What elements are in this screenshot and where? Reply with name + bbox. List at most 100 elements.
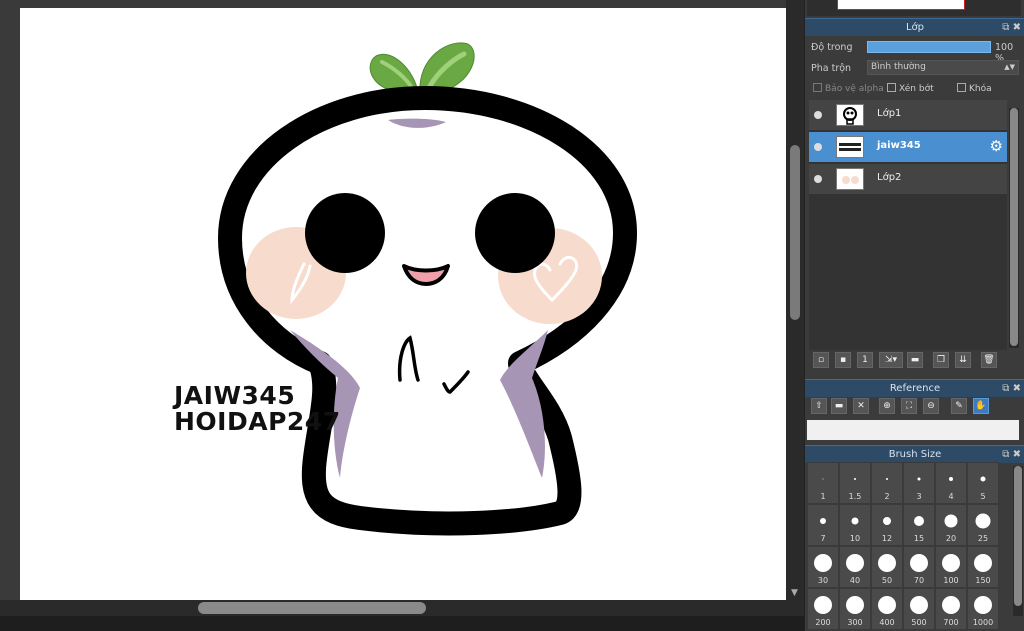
brush-size-label: 15 bbox=[913, 534, 925, 543]
close-icon[interactable]: ✖ bbox=[1013, 22, 1021, 33]
visibility-eye-icon[interactable] bbox=[814, 111, 822, 119]
gear-icon[interactable]: ⚙ bbox=[990, 137, 1003, 155]
brush-size-cell[interactable]: 300 bbox=[839, 588, 871, 630]
brush-size-cell[interactable]: 2 bbox=[871, 462, 903, 504]
close-reference-icon[interactable]: ✕ bbox=[853, 398, 869, 414]
brush-size-cell[interactable]: 1.5 bbox=[839, 462, 871, 504]
clipping-checkbox[interactable]: Xén bớt bbox=[887, 83, 934, 94]
new-halftone-layer-icon[interactable]: ▪ bbox=[835, 352, 851, 368]
new-layer-icon[interactable]: ▫ bbox=[813, 352, 829, 368]
brush-scroll-thumb[interactable] bbox=[1014, 466, 1022, 606]
popout-icon[interactable]: ⧉ bbox=[1002, 22, 1009, 33]
brush-size-cell[interactable]: 25 bbox=[967, 504, 999, 546]
drawing-paper[interactable]: JAIW345 HOIDAP247 bbox=[20, 8, 786, 600]
navigator-preview[interactable] bbox=[807, 0, 1021, 16]
character-illustration bbox=[218, 42, 637, 536]
brush-size-cell[interactable]: 20 bbox=[935, 504, 967, 546]
horizontal-scroll-thumb[interactable] bbox=[198, 602, 426, 614]
open-folder-icon[interactable]: ▬ bbox=[831, 398, 847, 414]
canvas-vertical-scrollbar[interactable]: ▼ bbox=[786, 0, 804, 600]
opacity-slider[interactable] bbox=[867, 41, 991, 53]
brush-dot-icon bbox=[846, 596, 864, 614]
reference-image-area[interactable] bbox=[807, 420, 1019, 440]
layers-panel-header: Lớp ⧉ ✖ bbox=[805, 18, 1024, 36]
layer-thumbnail bbox=[836, 136, 864, 158]
brush-size-cell[interactable]: 30 bbox=[807, 546, 839, 588]
lock-checkbox[interactable]: Khóa bbox=[957, 83, 992, 94]
brush-size-cell[interactable]: 5 bbox=[967, 462, 999, 504]
brush-size-scrollbar[interactable] bbox=[1013, 466, 1023, 616]
new-folder-icon[interactable]: ▬ bbox=[907, 352, 923, 368]
watermark-line-2: HOIDAP247 bbox=[174, 407, 341, 436]
brush-size-cell[interactable]: 3 bbox=[903, 462, 935, 504]
brush-size-cell[interactable]: 10 bbox=[839, 504, 871, 546]
dropdown-caret-icon: ▲▼ bbox=[1004, 63, 1015, 71]
right-eye bbox=[475, 193, 555, 273]
brush-size-cell[interactable]: 200 bbox=[807, 588, 839, 630]
layer-row-selected[interactable]: jaiw345 ⚙ bbox=[809, 132, 1007, 163]
brush-size-label: 1000 bbox=[972, 618, 994, 627]
duplicate-layer-icon[interactable]: ❐ bbox=[933, 352, 949, 368]
brush-size-cell[interactable]: 70 bbox=[903, 546, 935, 588]
panel-controls: ⧉ ✖ bbox=[1002, 380, 1021, 397]
brush-size-cell[interactable]: 4 bbox=[935, 462, 967, 504]
layer-row[interactable]: Lớp1 bbox=[809, 100, 1007, 131]
layer-name: Lớp2 bbox=[877, 172, 902, 183]
brush-size-cell[interactable]: 50 bbox=[871, 546, 903, 588]
layer-thumbnail bbox=[836, 168, 864, 190]
brush-size-cell[interactable]: 40 bbox=[839, 546, 871, 588]
layer-scroll-thumb[interactable] bbox=[1010, 108, 1018, 346]
brush-size-cell[interactable]: 700 bbox=[935, 588, 967, 630]
layer-row[interactable]: Lớp2 bbox=[809, 164, 1007, 195]
brush-size-cell[interactable]: 12 bbox=[871, 504, 903, 546]
upload-icon[interactable]: ⇧ bbox=[811, 398, 827, 414]
vertical-scroll-thumb[interactable] bbox=[790, 145, 800, 320]
new-1bit-layer-icon[interactable]: 1 bbox=[857, 352, 873, 368]
fit-view-icon[interactable]: ⛶ bbox=[901, 398, 917, 414]
close-icon[interactable]: ✖ bbox=[1013, 383, 1021, 394]
popout-icon[interactable]: ⧉ bbox=[1002, 449, 1009, 460]
popout-icon[interactable]: ⧉ bbox=[1002, 383, 1009, 394]
scroll-down-arrow-icon[interactable]: ▼ bbox=[791, 588, 798, 598]
leaf-sprout bbox=[369, 42, 475, 93]
reference-panel-title: Reference bbox=[889, 383, 941, 394]
brush-dot-icon bbox=[851, 517, 859, 525]
clipping-label: Xén bớt bbox=[899, 84, 934, 94]
brush-size-cell[interactable]: 100 bbox=[935, 546, 967, 588]
brush-size-cell[interactable]: 500 bbox=[903, 588, 935, 630]
blend-mode-select[interactable]: Bình thường ▲▼ bbox=[867, 60, 1019, 75]
brush-dot-icon bbox=[980, 476, 986, 482]
protect-alpha-checkbox[interactable]: Bảo vệ alpha bbox=[813, 83, 884, 94]
brush-size-cell[interactable]: 1 bbox=[807, 462, 839, 504]
brush-dot-icon bbox=[886, 478, 888, 480]
zoom-in-icon[interactable]: ⊕ bbox=[879, 398, 895, 414]
left-eye bbox=[305, 193, 385, 273]
brush-size-label: 700 bbox=[943, 618, 959, 627]
canvas-area[interactable]: JAIW345 HOIDAP247 ▼ bbox=[0, 0, 804, 631]
brush-size-cell[interactable]: 15 bbox=[903, 504, 935, 546]
close-icon[interactable]: ✖ bbox=[1013, 449, 1021, 460]
brush-size-label: 4 bbox=[948, 492, 954, 501]
brush-size-cell[interactable]: 7 bbox=[807, 504, 839, 546]
brush-size-cell[interactable]: 1000 bbox=[967, 588, 999, 630]
hand-tool-icon[interactable]: ✋ bbox=[973, 398, 989, 414]
add-layer-menu-icon[interactable]: ⇲▾ bbox=[879, 352, 903, 368]
navigator-viewport-rect[interactable] bbox=[837, 0, 965, 10]
visibility-eye-icon[interactable] bbox=[814, 143, 822, 151]
brush-dot-icon bbox=[942, 596, 960, 614]
brush-dot-icon bbox=[942, 554, 960, 572]
zoom-out-icon[interactable]: ⊖ bbox=[923, 398, 939, 414]
brush-size-cell[interactable]: 400 bbox=[871, 588, 903, 630]
delete-layer-icon[interactable]: 🗑 bbox=[981, 352, 997, 368]
visibility-eye-icon[interactable] bbox=[814, 175, 822, 183]
brush-size-label: 500 bbox=[911, 618, 927, 627]
brush-size-label: 70 bbox=[913, 576, 925, 585]
brush-size-cell[interactable]: 150 bbox=[967, 546, 999, 588]
canvas-horizontal-scrollbar[interactable] bbox=[0, 600, 804, 616]
brush-size-label: 1.5 bbox=[848, 492, 862, 501]
eyedropper-icon[interactable]: ✎ bbox=[951, 398, 967, 414]
brush-size-label: 5 bbox=[980, 492, 986, 501]
merge-layer-icon[interactable]: ⇊ bbox=[955, 352, 971, 368]
brush-size-label: 30 bbox=[817, 576, 829, 585]
layer-list-scrollbar[interactable] bbox=[1009, 108, 1019, 348]
